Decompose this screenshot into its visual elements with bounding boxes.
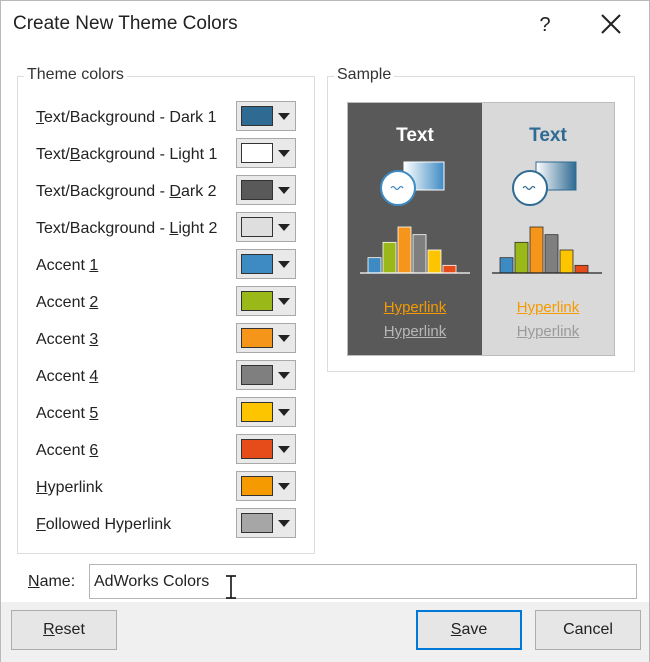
theme-color-row: Accent 1	[18, 225, 314, 279]
save-label: ave	[461, 621, 488, 638]
reset-label: eset	[54, 621, 85, 638]
sample-bar	[544, 234, 559, 274]
name-label-accesskey: N	[28, 573, 40, 590]
sample-bar	[427, 249, 442, 274]
theme-color-label-text: ollowed Hyperlink	[45, 516, 172, 533]
button-bar: Reset Save Cancel	[1, 602, 649, 662]
theme-colors-group: Theme colors Text/Background - Dark 1 Tex…	[17, 66, 315, 554]
sample-bar-chart-light	[492, 226, 602, 274]
theme-color-row: Followed Hyperlink	[18, 484, 314, 538]
sample-bar	[574, 264, 589, 274]
theme-color-row: Accent 6	[18, 410, 314, 464]
theme-color-row: Accent 2	[18, 262, 314, 316]
sample-followed-hyperlink-light: Hyperlink	[516, 323, 580, 340]
sample-light-panel: Text Hyperlink Hyperlink	[482, 103, 614, 355]
theme-color-label: Followed Hyperlink	[36, 516, 171, 534]
name-label: Name:	[28, 573, 75, 591]
color-picker-button[interactable]	[236, 508, 296, 538]
sample-bar	[559, 249, 574, 274]
close-icon	[601, 14, 621, 34]
close-button[interactable]	[591, 7, 631, 41]
sample-bar	[397, 226, 412, 274]
sample-bar	[412, 234, 427, 274]
sample-bar	[442, 264, 457, 274]
text-cursor-icon	[226, 575, 236, 599]
name-input[interactable]	[89, 564, 637, 599]
sample-bar	[499, 257, 514, 274]
theme-color-row: Text/Background - Dark 2	[18, 151, 314, 205]
theme-color-row: Accent 3	[18, 299, 314, 353]
sample-hyperlink-light: Hyperlink	[516, 299, 580, 316]
sample-shape-dark	[380, 161, 445, 206]
sample-preview: Text Hyperlink Hyperlink Text Hyperlink …	[347, 102, 615, 356]
reset-button[interactable]: Reset	[11, 610, 117, 650]
sample-shape-light	[512, 161, 577, 206]
sample-legend: Sample	[334, 66, 395, 84]
theme-color-row: Text/Background - Light 2	[18, 188, 314, 242]
create-theme-colors-dialog: Create New Theme Colors ? Theme colors T…	[0, 0, 650, 662]
theme-color-row: Accent 4	[18, 336, 314, 390]
color-swatch	[241, 513, 273, 533]
sample-followed-hyperlink-dark: Hyperlink	[383, 323, 447, 340]
save-button[interactable]: Save	[416, 610, 522, 650]
sample-bar	[367, 257, 382, 274]
theme-color-row: Text/Background - Light 1	[18, 114, 314, 168]
reset-accesskey: R	[43, 621, 55, 638]
title-bar: Create New Theme Colors ?	[1, 1, 649, 49]
theme-color-row: Text/Background - Dark 1	[18, 77, 314, 131]
save-accesskey: S	[450, 621, 462, 638]
sample-text-light: Text	[529, 125, 567, 146]
sample-bar	[514, 241, 529, 274]
sample-bar	[382, 241, 397, 274]
dialog-title: Create New Theme Colors	[13, 13, 238, 34]
cancel-button[interactable]: Cancel	[535, 610, 641, 650]
sample-dark-panel: Text Hyperlink Hyperlink	[348, 103, 482, 355]
theme-color-label-accesskey: F	[36, 516, 46, 533]
help-button[interactable]: ?	[533, 11, 557, 39]
theme-color-row: Hyperlink	[18, 447, 314, 501]
name-label-text: ame:	[39, 573, 76, 590]
sample-bar	[529, 226, 544, 274]
dropdown-arrow-icon	[278, 520, 290, 527]
sample-hyperlink-dark: Hyperlink	[383, 299, 447, 316]
sample-text-dark: Text	[396, 125, 434, 146]
theme-color-row: Accent 5	[18, 373, 314, 427]
sample-bar-chart-dark	[360, 226, 470, 274]
